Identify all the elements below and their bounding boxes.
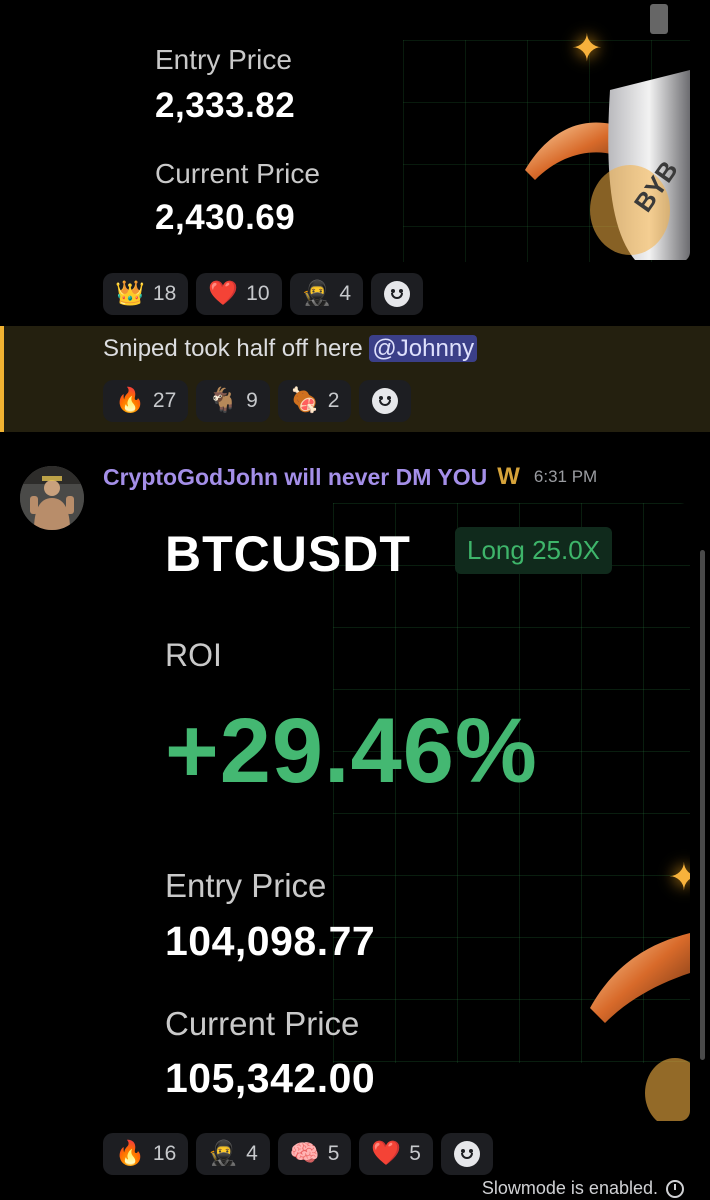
custom-brain-emoji-icon: 🧠: [289, 1140, 320, 1167]
trade-card-top[interactable]: Entry Price 2,333.82 Current Price 2,430…: [103, 0, 690, 262]
entry-price-value: 104,098.77: [165, 918, 376, 964]
reaction-count: 5: [327, 1142, 340, 1165]
message-timestamp: 6:31 PM: [533, 467, 598, 486]
fire-emoji-icon: 🔥: [115, 387, 145, 414]
reaction-count: 5: [409, 1142, 421, 1165]
add-reaction-icon: [453, 1141, 480, 1167]
user-mention-johnny[interactable]: @Johnny: [369, 335, 478, 362]
scroll-handle[interactable]: [650, 4, 668, 34]
reaction-count: 16: [152, 1142, 177, 1165]
current-price-label: Current Price: [165, 1005, 360, 1042]
reaction-count: 4: [246, 1142, 258, 1165]
current-price-value: 105,342.00: [165, 1055, 376, 1101]
reactions-row-3: 🔥 16 🥷 4 🧠 5 ❤️ 5: [103, 1133, 493, 1175]
entry-price-value: 2,333.82: [155, 86, 296, 125]
reaction-count: 2: [327, 389, 340, 412]
author-name[interactable]: CryptoGodJohn will never DM YOU: [103, 464, 487, 491]
slowmode-notice: Slowmode is enabled.: [482, 1178, 684, 1199]
reaction-heart[interactable]: ❤️ 5: [359, 1133, 433, 1175]
custom-meat-emoji-icon: 🍖: [289, 387, 320, 414]
custom-person-emoji-icon: 🥷: [301, 280, 332, 307]
bybit-horn-icon: BYB: [525, 70, 690, 260]
heart-emoji-icon: ❤️: [208, 280, 239, 307]
goat-emoji-icon: 🐐: [208, 387, 239, 414]
bybit-horn-icon: [590, 933, 690, 1121]
reaction-custom-brain[interactable]: 🧠 5: [277, 1133, 352, 1175]
reaction-fire[interactable]: 🔥 16: [103, 1133, 189, 1175]
crown-emoji-icon: 👑: [115, 280, 145, 307]
avatar-person-icon: [20, 466, 84, 530]
custom-person-emoji-icon: 🥷: [208, 1140, 239, 1167]
reaction-count: 27: [152, 389, 177, 412]
current-price-label: Current Price: [155, 158, 320, 189]
mention-indicator-bar: [0, 326, 4, 432]
reaction-goat[interactable]: 🐐 9: [196, 380, 270, 422]
fire-emoji-icon: 🔥: [115, 1140, 145, 1167]
reaction-count: 10: [246, 282, 270, 305]
trade-symbol: BTCUSDT: [165, 526, 411, 582]
entry-price-label: Entry Price: [155, 44, 292, 75]
reaction-custom-person[interactable]: 🥷 4: [289, 273, 364, 315]
message-text: Sniped took half off here: [103, 335, 363, 362]
timer-icon: [666, 1179, 684, 1198]
reactions-row-1: 👑 18 ❤️ 10 🥷 4: [103, 273, 424, 315]
reaction-count: 9: [246, 389, 258, 412]
add-reaction-button[interactable]: [359, 380, 412, 422]
mention-message[interactable]: Sniped took half off here @Johnny: [103, 335, 478, 363]
reaction-custom-person[interactable]: 🥷 4: [196, 1133, 270, 1175]
entry-price-label: Entry Price: [165, 867, 327, 904]
reaction-count: 4: [339, 282, 352, 305]
chat-scrollbar[interactable]: [700, 550, 705, 1060]
role-badge-icon: W: [497, 463, 520, 490]
sparkle-icon: ✦: [668, 857, 690, 899]
add-reaction-icon: [372, 388, 399, 414]
heart-emoji-icon: ❤️: [371, 1140, 402, 1167]
message-header: CryptoGodJohn will never DM YOU W 6:31 P…: [103, 463, 597, 491]
reactions-row-2: 🔥 27 🐐 9 🍖 2: [103, 380, 412, 422]
add-reaction-button[interactable]: [371, 273, 424, 315]
roi-label: ROI: [165, 637, 222, 673]
reaction-fire[interactable]: 🔥 27: [103, 380, 189, 422]
trade-card-main[interactable]: BTCUSDT Long 25.0X ROI +29.46% Entry Pri…: [103, 503, 690, 1121]
reaction-heart[interactable]: ❤️ 10: [196, 273, 282, 315]
reaction-count: 18: [152, 282, 177, 305]
slowmode-text: Slowmode is enabled.: [481, 1178, 658, 1198]
roi-value: +29.46%: [165, 700, 538, 802]
add-reaction-icon: [384, 281, 411, 307]
reaction-custom-meat[interactable]: 🍖 2: [277, 380, 352, 422]
reaction-crown[interactable]: 👑 18: [103, 273, 189, 315]
current-price-value: 2,430.69: [155, 198, 296, 237]
position-badge: Long 25.0X: [455, 527, 613, 574]
add-reaction-button[interactable]: [440, 1133, 493, 1175]
avatar[interactable]: [20, 466, 84, 530]
